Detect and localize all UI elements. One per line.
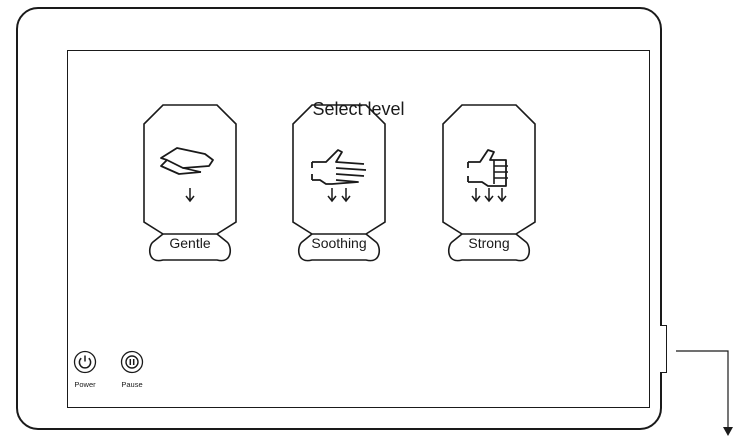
pause-icon: [120, 350, 144, 374]
level-card-gentle[interactable]: Gentle: [143, 104, 237, 264]
arrows-down-icon: [471, 188, 507, 203]
level-label: Soothing: [311, 235, 367, 251]
arrows-down-icon: [327, 188, 351, 203]
power-label: Power: [74, 380, 96, 389]
level-card-soothing[interactable]: Soothing: [292, 104, 386, 264]
pause-button[interactable]: Pause: [112, 350, 152, 389]
arrow-down-icon: [185, 188, 195, 203]
level-card-strong[interactable]: Strong: [442, 104, 536, 264]
side-button[interactable]: [660, 325, 667, 373]
level-label: Strong: [468, 235, 510, 251]
power-icon: [73, 350, 97, 374]
level-label: Gentle: [169, 235, 211, 251]
power-button[interactable]: Power: [65, 350, 105, 389]
pause-label: Pause: [121, 380, 143, 389]
